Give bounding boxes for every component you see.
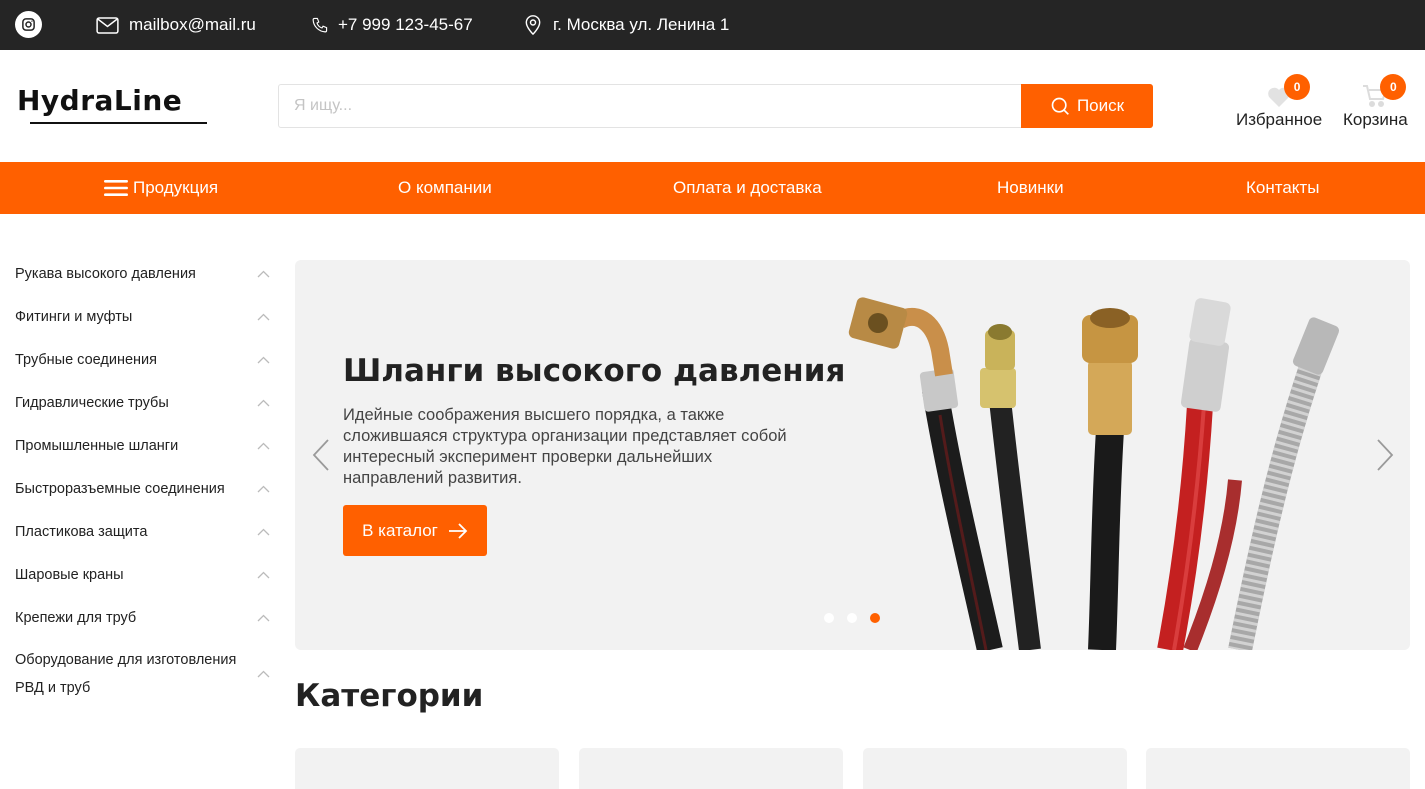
instagram-icon[interactable]: [15, 11, 42, 38]
sidebar-category-label: Рукава высокого давления: [15, 265, 196, 282]
sidebar-category[interactable]: Фитинги и муфты: [15, 295, 270, 338]
search-bar: Поиск: [278, 84, 1153, 128]
chevron-up-icon[interactable]: [256, 525, 270, 539]
chevron-up-icon[interactable]: [256, 353, 270, 367]
chevron-up-icon[interactable]: [256, 396, 270, 410]
nav-products[interactable]: Продукция: [104, 162, 218, 214]
phone-link[interactable]: +7 999 123-45-67: [311, 0, 473, 50]
chevron-up-icon[interactable]: [256, 482, 270, 496]
category-card[interactable]: [579, 748, 843, 789]
sidebar-category-label: Трубные соединения: [15, 351, 157, 368]
main-nav: Продукция О компании Оплата и доставка Н…: [0, 162, 1425, 214]
cart-count-badge: 0: [1380, 74, 1407, 100]
mail-icon: [96, 16, 119, 34]
logo-text: HydraLine: [17, 84, 183, 117]
chevron-up-icon[interactable]: [256, 310, 270, 324]
hero-slider: Шланги высокого давления Идейные соображ…: [295, 260, 1410, 650]
sidebar-category-label: Пластикова защита: [15, 523, 148, 540]
search-button-label: Поиск: [1076, 96, 1125, 115]
sidebar-category[interactable]: Промышленные шланги: [15, 424, 270, 467]
email-text: mailbox@mail.ru: [129, 15, 256, 34]
sidebar-category-label: Быстроразъемные соединения: [15, 480, 225, 497]
nav-about[interactable]: О компании: [398, 162, 492, 214]
search-button[interactable]: Поиск: [1021, 84, 1153, 128]
phone-icon: [312, 17, 328, 32]
category-card[interactable]: [863, 748, 1127, 789]
category-sidebar: Рукава высокого давления Фитинги и муфты…: [15, 252, 270, 709]
search-input[interactable]: [279, 85, 1021, 127]
categories-title: Категории: [295, 678, 484, 714]
phone-text: +7 999 123-45-67: [338, 15, 473, 34]
cart-button[interactable]: 0 Корзина: [1343, 70, 1408, 130]
sidebar-category[interactable]: Пластикова защита: [15, 510, 270, 553]
chevron-up-icon[interactable]: [256, 568, 270, 582]
nav-payment-delivery[interactable]: Оплата и доставка: [673, 162, 822, 214]
sidebar-category[interactable]: Быстроразъемные соединения: [15, 467, 270, 510]
category-card[interactable]: [295, 748, 559, 789]
slide-description: Идейные соображения высшего порядка, а т…: [343, 406, 787, 487]
chevron-up-icon[interactable]: [256, 439, 270, 453]
arrow-right-icon: [448, 522, 468, 539]
sidebar-category-label: Оборудование для изготовления РВД и труб: [15, 652, 237, 696]
sidebar-category-label: Фитинги и муфты: [15, 308, 133, 325]
top-bar: mailbox@mail.ru +7 999 123-45-67 г. Моск…: [0, 0, 1425, 50]
location-pin-icon: [525, 15, 541, 36]
favorites-count-badge: 0: [1284, 74, 1311, 100]
address-text: г. Москва ул. Ленина 1: [553, 15, 730, 34]
category-cards: [295, 748, 1410, 789]
search-icon: [1051, 97, 1069, 115]
logo-underline: [30, 122, 207, 124]
hoses-image: [848, 297, 1340, 650]
nav-products-label: Продукция: [133, 178, 219, 197]
slider-next-arrow[interactable]: [1375, 438, 1395, 472]
sidebar-category-label: Гидравлические трубы: [15, 394, 169, 411]
chevron-up-icon[interactable]: [256, 267, 270, 281]
slider-dot[interactable]: [824, 613, 834, 623]
slider-pagination: [824, 613, 880, 623]
sidebar-category-label: Крепежи для труб: [15, 609, 137, 626]
sidebar-category[interactable]: Гидравлические трубы: [15, 381, 270, 424]
category-card[interactable]: [1146, 748, 1410, 789]
sidebar-category-label: Шаровые краны: [15, 566, 124, 583]
email-link[interactable]: mailbox@mail.ru: [96, 0, 256, 50]
nav-new[interactable]: Новинки: [997, 162, 1064, 214]
slider-prev-arrow[interactable]: [311, 438, 331, 472]
sidebar-category[interactable]: Крепежи для труб: [15, 596, 270, 639]
menu-icon: [104, 180, 128, 196]
chevron-up-icon[interactable]: [256, 611, 270, 625]
slider-dot[interactable]: [847, 613, 857, 623]
sidebar-category-label: Промышленные шланги: [15, 437, 179, 454]
chevron-up-icon[interactable]: [256, 667, 270, 681]
sidebar-category[interactable]: Рукава высокого давления: [15, 252, 270, 295]
cart-label: Корзина: [1343, 110, 1408, 129]
nav-contacts[interactable]: Контакты: [1246, 162, 1319, 214]
logo[interactable]: HydraLine: [17, 86, 209, 128]
slide-title: Шланги высокого давления: [343, 353, 846, 389]
sidebar-category[interactable]: Шаровые краны: [15, 553, 270, 596]
header: HydraLine Поиск 0 Избранное 0 Корзина: [0, 50, 1425, 162]
slider-dot-active[interactable]: [870, 613, 880, 623]
sidebar-category[interactable]: Оборудование для изготовления РВД и труб: [15, 639, 270, 709]
sidebar-category[interactable]: Трубные соединения: [15, 338, 270, 381]
favorites-label: Избранное: [1236, 110, 1323, 129]
catalog-button[interactable]: В каталог: [343, 505, 487, 556]
favorites-button[interactable]: 0 Избранное: [1236, 70, 1322, 130]
address: г. Москва ул. Ленина 1: [523, 0, 729, 50]
catalog-button-label: В каталог: [362, 520, 438, 540]
